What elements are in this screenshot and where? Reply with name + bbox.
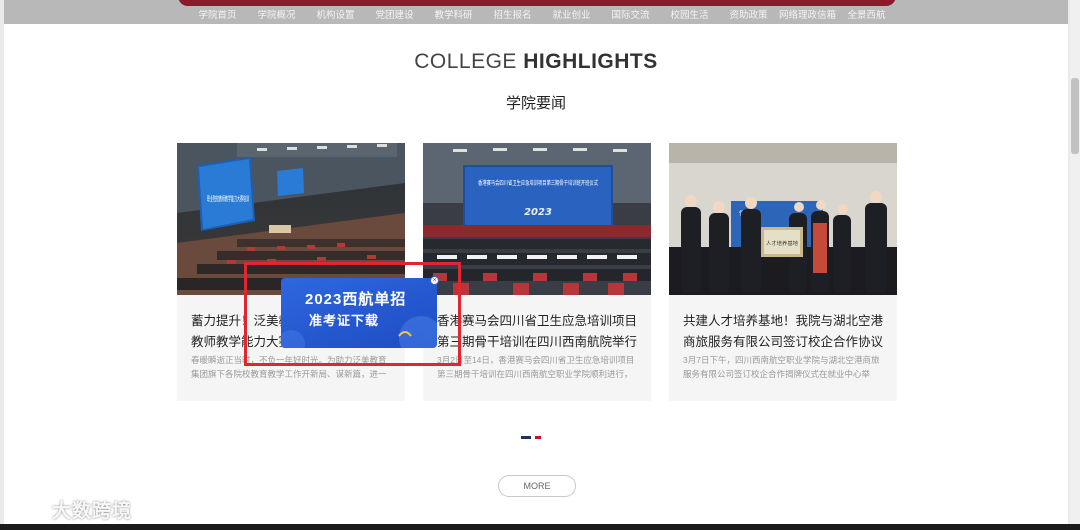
section-subheading: 学院要闻: [505, 95, 566, 112]
news-card[interactable]: 仪式 人才培养基地 共建人才培养: [669, 143, 897, 401]
news-title[interactable]: 共建人才培养基地！我院与湖北空港商旅服务有限公司签订校企合作协议: [683, 311, 887, 353]
news-summary: 3月2日至14日，香港赛马会四川省卫生应急培训项目第三期骨干培训在四川西南航空职…: [437, 355, 635, 379]
carousel-dot[interactable]: [521, 436, 531, 439]
nav-item-employment[interactable]: 就业创业: [542, 7, 601, 21]
card2-year-text: 2023: [524, 207, 552, 218]
top-nav-strip: 学院首页 学院概况 机构设置 党团建设 教学科研 招生报名 就业创业 国际交流 …: [4, 0, 1068, 24]
heading-light: COLLEGE: [414, 50, 524, 73]
main-nav: 学院首页 学院概况 机构设置 党团建设 教学科研 招生报名 就业创业 国际交流 …: [188, 7, 896, 21]
nav-item-research[interactable]: 教学科研: [424, 7, 483, 21]
news-title[interactable]: 香港赛马会四川省卫生应急培训项目第三期骨干培训在四川西南航院举行: [437, 311, 641, 353]
taskbar: [0, 524, 1080, 530]
nav-item-panorama[interactable]: 全景西航: [837, 7, 896, 21]
heading-bold: HIGHLIGHTS: [523, 50, 658, 73]
news-image[interactable]: 仪式 人才培养基地: [669, 143, 897, 295]
nav-item-admission[interactable]: 招生报名: [483, 7, 542, 21]
nav-bar: [178, 0, 896, 6]
popup-title: 2023西航单招: [305, 291, 407, 308]
carousel-dots: [521, 436, 541, 439]
close-icon[interactable]: ×: [430, 276, 439, 285]
news-summary: 3月7日下午，四川西南航空职业学院与湖北空港商旅服务有限公司签订校企合作揭牌仪式…: [683, 355, 880, 379]
carousel-dot[interactable]: [535, 436, 541, 439]
nav-item-about[interactable]: 学院概况: [247, 7, 306, 21]
watermark-logo-icon: [10, 501, 48, 518]
nav-item-aid[interactable]: 资助政策: [719, 7, 778, 21]
card3-plaque-text: 人才培养基地: [766, 240, 798, 247]
more-button[interactable]: MORE: [498, 475, 576, 497]
scrollbar[interactable]: [1070, 0, 1080, 524]
watermark: 大数跨境: [10, 496, 132, 523]
section-heading: COLLEGE HIGHLIGHTS: [4, 50, 1068, 74]
card2-banner-text: 香港赛马会四川省卫生应急培训项目第三期骨干培训班开班仪式: [478, 179, 598, 187]
nav-item-departments[interactable]: 机构设置: [306, 7, 365, 21]
nav-item-international[interactable]: 国际交流: [601, 7, 660, 21]
watermark-text: 大数跨境: [52, 501, 133, 522]
page: 学院首页 学院概况 机构设置 党团建设 教学科研 招生报名 就业创业 国际交流 …: [4, 0, 1068, 524]
admission-ticket-popup[interactable]: 2023西航单招 准考证下载: [281, 278, 437, 348]
nav-item-campus-life[interactable]: 校园生活: [660, 7, 719, 21]
popup-subtitle: 准考证下载: [309, 313, 380, 328]
card1-screen-text: 职业院校教师教学能力大赛培训: [207, 194, 249, 203]
nav-item-home[interactable]: 学院首页: [188, 7, 247, 21]
nav-item-mailbox[interactable]: 网络理政信箱: [778, 7, 837, 21]
scrollbar-thumb[interactable]: [1071, 78, 1079, 154]
nav-item-party[interactable]: 党团建设: [365, 7, 424, 21]
